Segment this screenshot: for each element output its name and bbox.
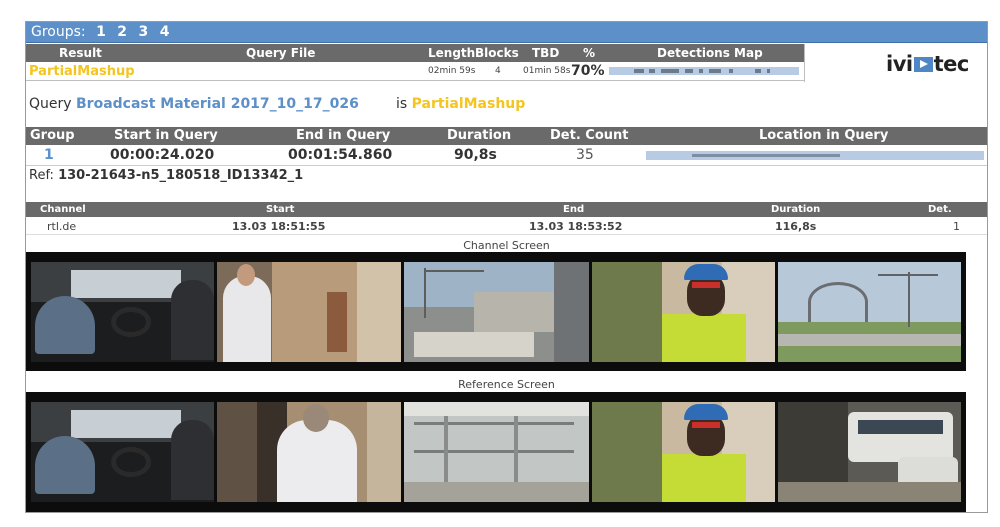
channel-frame-5[interactable] [778, 262, 961, 362]
length-value: 02min 59s [428, 66, 476, 76]
group-start: 00:00:24.020 [110, 147, 215, 163]
group-duration: 90,8s [454, 147, 497, 163]
col-length: Length [428, 46, 476, 60]
col-percent: % [583, 46, 596, 60]
group-number[interactable]: 1 [44, 145, 54, 166]
channel-frame-3[interactable] [404, 262, 589, 362]
channel-name: rtl.de [47, 220, 77, 233]
col-start-in-query: Start in Query [114, 128, 218, 143]
col-start: Start [266, 204, 295, 215]
group-det-count: 35 [576, 147, 594, 163]
channel-row: rtl.de 13.03 18:51:55 13.03 18:53:52 116… [26, 218, 987, 235]
col-detections-map: Detections Map [657, 46, 763, 60]
col-det-count: Det. Count [550, 128, 629, 143]
channel-frame-4[interactable] [592, 262, 775, 362]
query-result-value: PartialMashup [411, 96, 526, 112]
groups-label: Groups: [31, 24, 86, 40]
query-name-link[interactable]: Broadcast Material 2017_10_17_026 [76, 96, 359, 112]
detections-map-bar [609, 67, 799, 75]
location-in-query-bar [646, 151, 984, 160]
groups-bar: Groups: 1 2 3 4 [26, 22, 987, 43]
reference-frame-1[interactable] [31, 402, 214, 502]
channel-start: 13.03 18:51:55 [232, 220, 326, 233]
query-is-label: is [396, 96, 408, 112]
ref-id: 130-21643-n5_180518_ID13342_1 [58, 168, 304, 183]
reference-frame-2[interactable] [217, 402, 401, 502]
channel-duration: 116,8s [775, 220, 817, 233]
col-result: Result [59, 46, 102, 60]
query-status: is PartialMashup [396, 96, 525, 112]
result-row: PartialMashup 02min 59s 4 01min 58s 70% [26, 62, 804, 81]
reference-frame-3[interactable] [404, 402, 589, 502]
col-tbd: TBD [532, 46, 560, 60]
ivitec-logo: ivi tec [886, 52, 969, 76]
play-icon [913, 57, 933, 72]
col-end: End [563, 204, 585, 215]
channel-table-header: Channel Start End Duration Det. Count [26, 202, 987, 230]
group-row[interactable]: 1 00:00:24.020 00:01:54.860 90,8s 35 [26, 145, 987, 166]
reference-frame-4[interactable] [592, 402, 775, 502]
query-label: Query [29, 96, 72, 112]
report-panel: Groups: 1 2 3 4 Result Query File Length… [25, 21, 988, 513]
result-table-header: Result Query File Length Blocks TBD % De… [26, 44, 804, 62]
channel-frame-1[interactable] [31, 262, 214, 362]
channel-frame-2[interactable] [217, 262, 401, 362]
col-query-file: Query File [246, 46, 316, 60]
reference-line: Ref: 130-21643-n5_180518_ID13342_1 [29, 168, 303, 183]
col-channel: Channel [40, 204, 86, 215]
group-end: 00:01:54.860 [288, 147, 393, 163]
divider [804, 44, 805, 82]
group-link-4[interactable]: 4 [160, 24, 170, 40]
percent-value: 70% [571, 63, 605, 79]
result-value: PartialMashup [29, 64, 135, 79]
logo-text-left: ivi [886, 52, 913, 76]
col-blocks: Blocks [475, 46, 519, 60]
col-channel-duration: Duration [771, 204, 821, 215]
col-group: Group [30, 128, 75, 143]
col-location-in-query: Location in Query [759, 128, 889, 143]
channel-det-count: 1 [953, 220, 960, 233]
group-link-1[interactable]: 1 [96, 24, 106, 40]
group-link-3[interactable]: 3 [139, 24, 149, 40]
group-link-2[interactable]: 2 [117, 24, 127, 40]
blocks-value: 4 [495, 66, 501, 76]
tbd-value: 01min 58s [523, 66, 571, 76]
reference-screen-strip [26, 392, 966, 512]
ref-label: Ref: [29, 168, 54, 183]
col-end-in-query: End in Query [296, 128, 391, 143]
group-table-header: Group Start in Query End in Query Durati… [26, 127, 987, 145]
col-duration: Duration [447, 128, 512, 143]
reference-frame-5[interactable] [778, 402, 961, 502]
channel-screen-strip [26, 252, 966, 371]
channel-screen-caption: Channel Screen [463, 239, 550, 252]
channel-end: 13.03 18:53:52 [529, 220, 623, 233]
reference-screen-caption: Reference Screen [458, 378, 555, 391]
logo-text-right: tec [933, 52, 970, 76]
